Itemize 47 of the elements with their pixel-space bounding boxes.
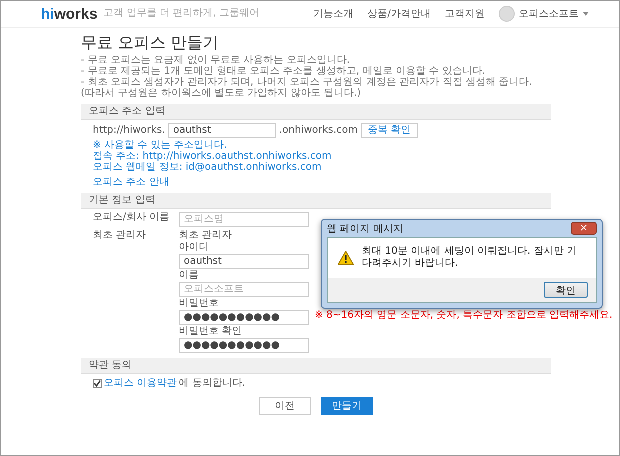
address-field[interactable]: oauthst <box>168 123 276 138</box>
section-header: 오피스 주소 입력 <box>81 104 551 120</box>
url-suffix: .onhiworks.com <box>279 125 358 136</box>
field-label: 비밀번호 확인 <box>179 326 242 337</box>
url-prefix: http://hiworks. <box>93 125 166 136</box>
intro-text: (따라서 구성원은 하이웍스에 별도로 가입하지 않아도 됩니다.) <box>81 88 362 99</box>
field-label: 최초 관리자 <box>93 230 148 243</box>
dialog-title: 웹 페이지 메시지 <box>327 222 404 236</box>
address-note: 오피스 웹메일 정보: id@oauthst.onhiworks.com <box>92 162 322 173</box>
ok-button[interactable]: 확인 <box>544 282 588 298</box>
nav-link[interactable]: 고객지원 <box>445 7 485 21</box>
input-field[interactable]: ●●●●●●●●●●● <box>179 310 309 325</box>
nav-link[interactable]: 기능소개 <box>314 7 354 21</box>
field-label: 오피스/회사 이름 <box>93 212 171 225</box>
input-field[interactable]: ●●●●●●●●●●● <box>179 338 309 353</box>
create-button[interactable]: 만들기 <box>321 397 373 415</box>
guide-link[interactable]: 오피스 주소 안내 <box>81 173 551 188</box>
field-label: 이름 <box>179 270 199 281</box>
logo[interactable]: hiworks <box>41 6 98 22</box>
avatar-icon <box>499 6 515 22</box>
user-menu[interactable]: 오피스소프트 <box>519 7 579 21</box>
terms-text: 에 동의합니다. <box>179 378 246 389</box>
nav-link[interactable]: 상품/가격안내 <box>368 7 431 21</box>
company-field[interactable]: 오피스명 <box>179 212 309 227</box>
field-label: 아이디 <box>179 242 209 253</box>
close-button[interactable]: × <box>571 222 597 235</box>
intro-text: - 최초 오피스 생성자가 관리자가 되며, 나머지 오피스 구성원의 계정은 관리자가 직접 생성해 줍니다. <box>81 77 534 88</box>
admin-sublabel: 최초 관리자 <box>179 230 232 241</box>
back-button[interactable]: 이전 <box>259 397 311 415</box>
section-header: 약관 동의 <box>81 358 551 374</box>
input-field[interactable]: oauthst <box>179 254 309 269</box>
page-title: 무료 오피스 만들기 <box>81 33 220 53</box>
check-button[interactable]: 중복 확인 <box>361 123 418 138</box>
address-note: 접속 주소: http://hiworks.oauthst.onhiworks.com <box>92 151 333 162</box>
checkbox[interactable] <box>93 379 102 388</box>
caret-icon <box>583 12 589 16</box>
terms-link[interactable]: 오피스 이용약관 <box>104 378 178 389</box>
intro-text: - 무료 오피스는 요금제 없이 무료로 사용하는 오피스입니다. <box>81 55 352 66</box>
input-field[interactable]: 오피스소프트 <box>179 282 309 297</box>
warning-icon <box>338 251 354 265</box>
tagline: 고객 업무를 더 편리하게, 그룹웨어 <box>104 8 260 20</box>
intro-text: - 무료로 제공되는 1개 도메인 형태로 오피스 주소를 생성하고, 메일로 이용할 수 있습니다. <box>81 66 486 77</box>
field-label: 비밀번호 <box>179 298 219 309</box>
address-note: ※ 사용할 수 있는 주소입니다. <box>92 140 228 151</box>
password-hint: ※ 8~16자의 영문 소문자, 숫자, 특수문자 조합으로 입력해주세요. <box>315 310 614 321</box>
section-header: 기본 정보 입력 <box>81 193 551 209</box>
dialog-message: 최대 10분 이내에 세팅이 이뤄집니다. 잠시만 기다려주시기 바랍니다. <box>362 246 578 270</box>
